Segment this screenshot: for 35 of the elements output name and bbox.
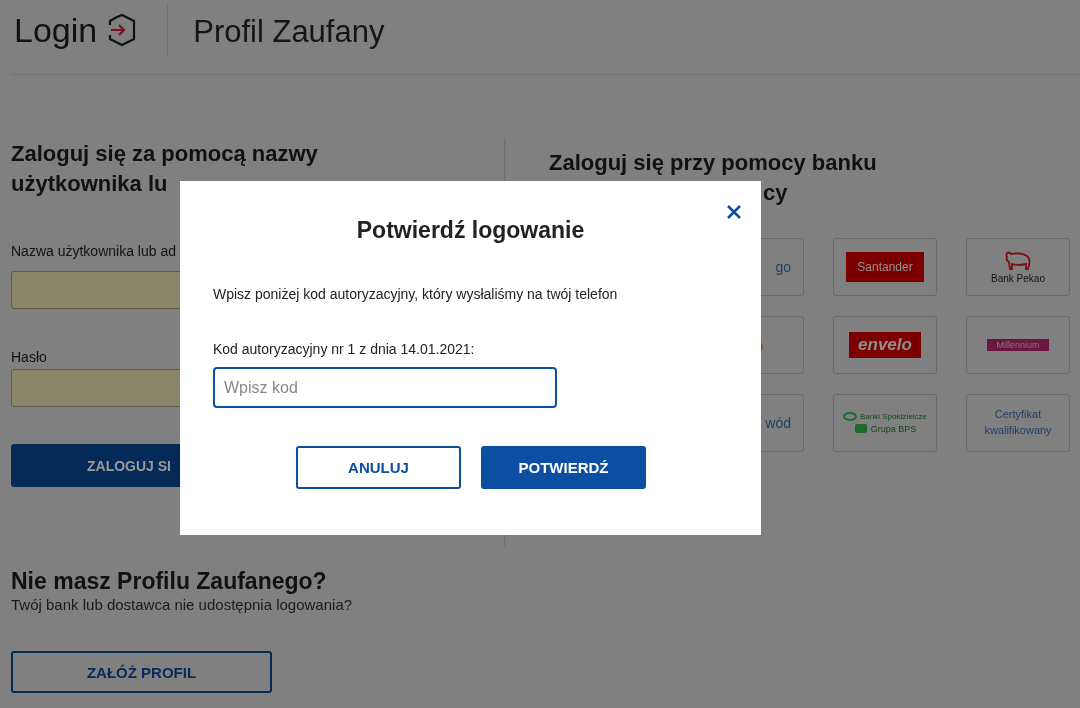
login-icon xyxy=(107,13,138,47)
provider-name: go xyxy=(775,257,791,277)
bank-logo: Millennium xyxy=(987,339,1049,351)
dialog-description: Wpisz poniżej kod autoryzacyjny, który wysłaliśmy na twój telefon xyxy=(213,286,619,302)
section-heading: Zaloguj się przy pomocy banku xyxy=(549,150,877,175)
provider-tile[interactable]: Certyfikat kwalifikowany xyxy=(966,394,1070,452)
bank-logo: envelo xyxy=(849,332,921,358)
code-field[interactable]: Wpisz kod xyxy=(213,367,557,408)
field-label: Kod autoryzacyjny nr 1 z dnia 14.01.2021: xyxy=(213,341,476,357)
section-heading: cy xyxy=(763,180,788,205)
provider-tile[interactable]: Banki Spółdzielcze Grupa BPS xyxy=(833,394,937,452)
provider-name: wód xyxy=(765,413,791,433)
provider-tile[interactable]: Santander xyxy=(833,238,937,296)
confirm-button[interactable]: POTWIERDŹ xyxy=(481,446,646,489)
square-icon xyxy=(853,423,868,434)
page-title: Profil Zaufany xyxy=(193,14,385,50)
provider-name: Certyfikat kwalifikowany xyxy=(983,407,1053,438)
section-heading: użytkownika lu xyxy=(11,171,168,196)
section-subtitle: Twój bank lub dostawca nie udostępnia logowania? xyxy=(11,596,353,613)
provider-name: Grupa BPS xyxy=(870,423,917,434)
section-heading: Zaloguj się za pomocą nazwy xyxy=(11,141,318,166)
create-profile-button[interactable]: ZAŁÓŻ PROFIL xyxy=(11,651,272,693)
cancel-button[interactable]: ANULUJ xyxy=(296,446,461,489)
provider-tile[interactable]: envelo xyxy=(833,316,937,374)
bank-logo: Santander xyxy=(846,252,924,282)
logo-text: Login xyxy=(14,10,98,50)
field-label: Hasło xyxy=(11,349,47,365)
provider-tile[interactable]: Millennium xyxy=(966,316,1070,374)
dialog-title: Potwierdź logowanie xyxy=(355,217,586,244)
field-label: Nazwa użytkownika lub ad xyxy=(11,243,176,259)
provider-subtitle: Banki Spółdzielcze xyxy=(859,412,928,421)
provider-name: Bank Pekao xyxy=(991,272,1045,284)
close-icon xyxy=(726,204,742,220)
provider-tile[interactable]: Bank Pekao xyxy=(966,238,1070,296)
section-heading: Nie masz Profilu Zaufanego? xyxy=(11,567,328,596)
